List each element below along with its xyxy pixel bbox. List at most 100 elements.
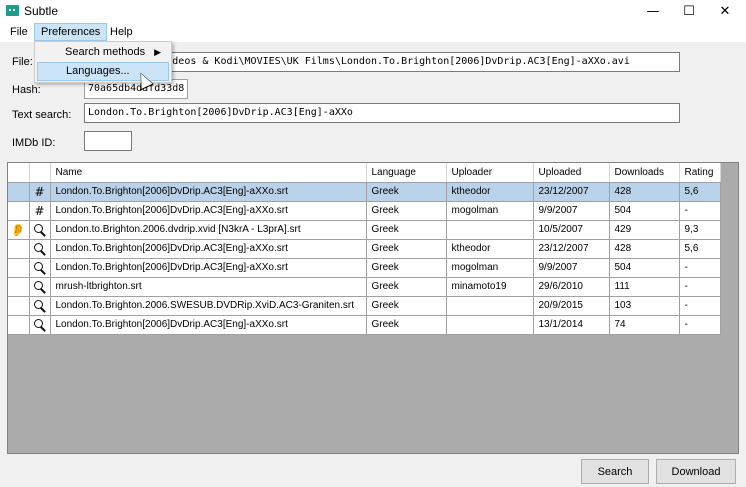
menu-item-search-methods[interactable]: Search methods ▶ (37, 43, 169, 62)
results-table: Name Language Uploader Uploaded Download… (8, 163, 721, 335)
cell-language: Greek (366, 258, 447, 278)
file-field[interactable]: P FROM E\My Videos & Kodi\MOVIES\UK Film… (84, 52, 680, 72)
menu-file[interactable]: File (4, 23, 34, 41)
results-grid[interactable]: Name Language Uploader Uploaded Download… (7, 162, 739, 454)
cell-uploader (446, 296, 534, 316)
cell-uploaded: 13/1/2014 (533, 315, 610, 335)
cell-rating: - (679, 258, 721, 278)
cell-name: London.To.Brighton[2006]DvDrip.AC3[Eng]-… (50, 239, 367, 259)
row-icon-cell (8, 296, 30, 316)
table-row[interactable]: # London.To.Brighton[2006]DvDrip.AC3[Eng]… (8, 201, 721, 221)
text-search-label: Text search: (12, 109, 72, 121)
header-row: Name Language Uploader Uploaded Download… (8, 163, 721, 183)
title-bar[interactable]: Subtle — ☐ ✕ (0, 0, 746, 22)
cell-language: Greek (366, 201, 447, 221)
row-icon-cell (8, 182, 30, 202)
menu-help[interactable]: Help (104, 23, 139, 41)
cell-downloads: 74 (609, 315, 680, 335)
row-icon-cell: 👂 (8, 220, 30, 240)
column-header-uploaded[interactable]: Uploaded (533, 163, 610, 183)
text-search-input[interactable]: London.To.Brighton[2006]DvDrip.AC3[Eng]-… (84, 103, 680, 123)
cell-language: Greek (366, 182, 447, 202)
cell-downloads: 103 (609, 296, 680, 316)
cell-language: Greek (366, 315, 447, 335)
cell-downloads: 504 (609, 201, 680, 221)
search-icon (33, 261, 46, 274)
row-icon-cell: # (29, 201, 51, 221)
cell-downloads: 428 (609, 239, 680, 259)
row-icon-cell (8, 239, 30, 259)
imdb-label: IMDb ID: (12, 137, 56, 149)
cell-uploader: mogolman (446, 258, 534, 278)
cell-language: Greek (366, 239, 447, 259)
hearing-impaired-icon: 👂 (10, 222, 26, 237)
row-icon-cell (8, 201, 30, 221)
table-row[interactable]: London.To.Brighton.2006.SWESUB.DVDRip.Xv… (8, 296, 721, 316)
row-icon-cell (29, 296, 51, 316)
search-icon (33, 299, 46, 312)
cell-uploader: minamoto19 (446, 277, 534, 297)
minimize-button[interactable]: — (636, 0, 670, 22)
cell-uploader (446, 315, 534, 335)
column-header-uploader[interactable]: Uploader (446, 163, 534, 183)
cell-name: London.To.Brighton[2006]DvDrip.AC3[Eng]-… (50, 258, 367, 278)
cell-rating: 5,6 (679, 239, 721, 259)
row-icon-cell (29, 315, 51, 335)
table-row[interactable]: mrush-ltbrighton.srt Greek minamoto19 29/6/… (8, 277, 721, 297)
maximize-button[interactable]: ☐ (672, 0, 706, 22)
cell-name: London.To.Brighton[2006]DvDrip.AC3[Eng]-… (50, 315, 367, 335)
column-header-icon1[interactable] (8, 163, 30, 183)
hash-label: Hash: (12, 84, 41, 96)
row-icon-cell (29, 220, 51, 240)
cell-rating: 9,3 (679, 220, 721, 240)
table-row[interactable]: # London.To.Brighton[2006]DvDrip.AC3[Eng]… (8, 182, 721, 202)
search-button[interactable]: Search (581, 459, 649, 484)
close-button[interactable]: ✕ (708, 0, 742, 22)
file-label: File: (12, 56, 33, 68)
column-header-language[interactable]: Language (366, 163, 447, 183)
download-button[interactable]: Download (656, 459, 736, 484)
column-header-name[interactable]: Name (50, 163, 367, 183)
cell-uploader: ktheodor (446, 182, 534, 202)
row-icon-cell (8, 277, 30, 297)
cell-rating: - (679, 201, 721, 221)
cell-uploaded: 10/5/2007 (533, 220, 610, 240)
menu-preferences[interactable]: Preferences (34, 23, 108, 41)
hash-match-icon: # (34, 203, 45, 218)
table-row[interactable]: 👂 London.to.Brighton.2006.dvdrip.xvid [N3… (8, 220, 721, 240)
table-row[interactable]: London.To.Brighton[2006]DvDrip.AC3[Eng]-… (8, 258, 721, 278)
row-icon-cell (29, 277, 51, 297)
cell-downloads: 428 (609, 182, 680, 202)
search-icon (33, 242, 46, 255)
table-row[interactable]: London.To.Brighton[2006]DvDrip.AC3[Eng]-… (8, 239, 721, 259)
cell-language: Greek (366, 296, 447, 316)
cell-rating: 5,6 (679, 182, 721, 202)
cell-uploaded: 9/9/2007 (533, 201, 610, 221)
imdb-id-input[interactable] (84, 131, 132, 151)
app-icon (6, 5, 19, 16)
cell-name: London.To.Brighton.2006.SWESUB.DVDRip.Xv… (50, 296, 367, 316)
column-header-downloads[interactable]: Downloads (609, 163, 680, 183)
preferences-dropdown: Search methods ▶ Languages... (34, 41, 172, 83)
row-icon-cell (8, 258, 30, 278)
cell-uploaded: 20/9/2015 (533, 296, 610, 316)
cell-downloads: 504 (609, 258, 680, 278)
cell-rating: - (679, 315, 721, 335)
table-row[interactable]: London.To.Brighton[2006]DvDrip.AC3[Eng]-… (8, 315, 721, 335)
cell-name: mrush-ltbrighton.srt (50, 277, 367, 297)
row-icon-cell (29, 239, 51, 259)
row-icon-cell (8, 315, 30, 335)
window-title: Subtle (24, 4, 59, 18)
cell-rating: - (679, 296, 721, 316)
cell-uploader (446, 220, 534, 240)
column-header-icon2[interactable] (29, 163, 51, 183)
row-icon-cell (29, 258, 51, 278)
cell-uploader: mogolman (446, 201, 534, 221)
cell-name: London.To.Brighton[2006]DvDrip.AC3[Eng]-… (50, 182, 367, 202)
column-header-rating[interactable]: Rating (679, 163, 721, 183)
cell-name: London.To.Brighton[2006]DvDrip.AC3[Eng]-… (50, 201, 367, 221)
search-icon (33, 318, 46, 331)
cell-name: London.to.Brighton.2006.dvdrip.xvid [N3k… (50, 220, 367, 240)
cell-language: Greek (366, 220, 447, 240)
hash-match-icon: # (34, 184, 45, 199)
